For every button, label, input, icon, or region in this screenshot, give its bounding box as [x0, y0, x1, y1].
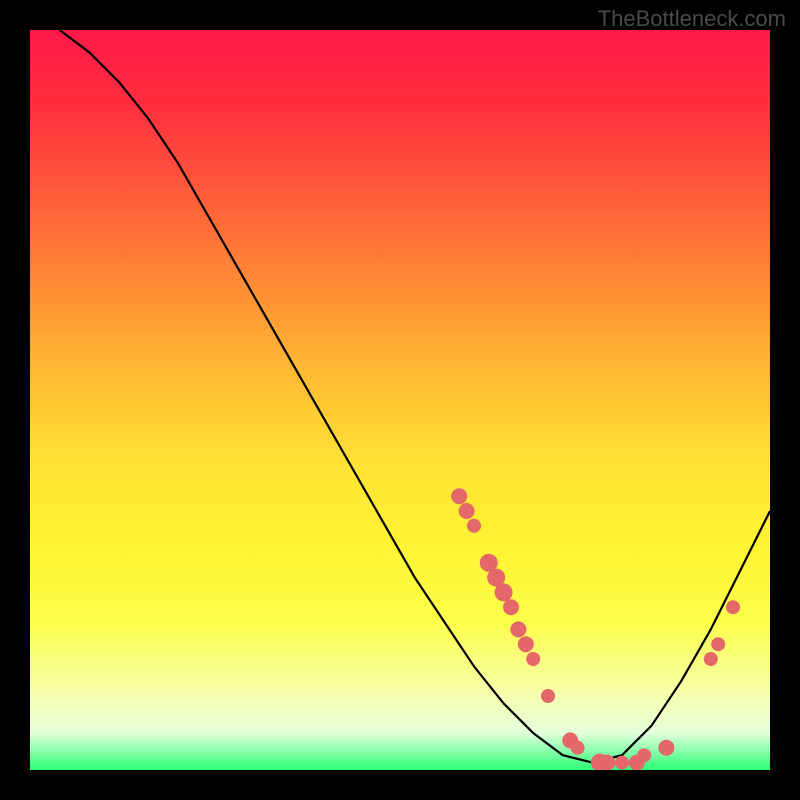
- data-marker: [510, 621, 526, 637]
- data-marker: [571, 741, 585, 755]
- data-marker: [518, 636, 534, 652]
- data-marker: [526, 652, 540, 666]
- data-marker: [599, 755, 615, 770]
- curve-svg: [30, 30, 770, 770]
- watermark: TheBottleneck.com: [598, 6, 786, 32]
- data-marker: [495, 583, 513, 601]
- data-marker: [503, 599, 519, 615]
- bottleneck-curve: [60, 30, 770, 763]
- data-marker: [615, 756, 629, 770]
- data-marker: [711, 637, 725, 651]
- data-marker: [467, 519, 481, 533]
- data-marker: [541, 689, 555, 703]
- data-marker: [726, 600, 740, 614]
- data-marker: [637, 748, 651, 762]
- data-marker: [704, 652, 718, 666]
- data-marker: [459, 503, 475, 519]
- data-marker: [658, 740, 674, 756]
- marker-group: [451, 488, 740, 770]
- chart-plot-area: [30, 30, 770, 770]
- data-marker: [451, 488, 467, 504]
